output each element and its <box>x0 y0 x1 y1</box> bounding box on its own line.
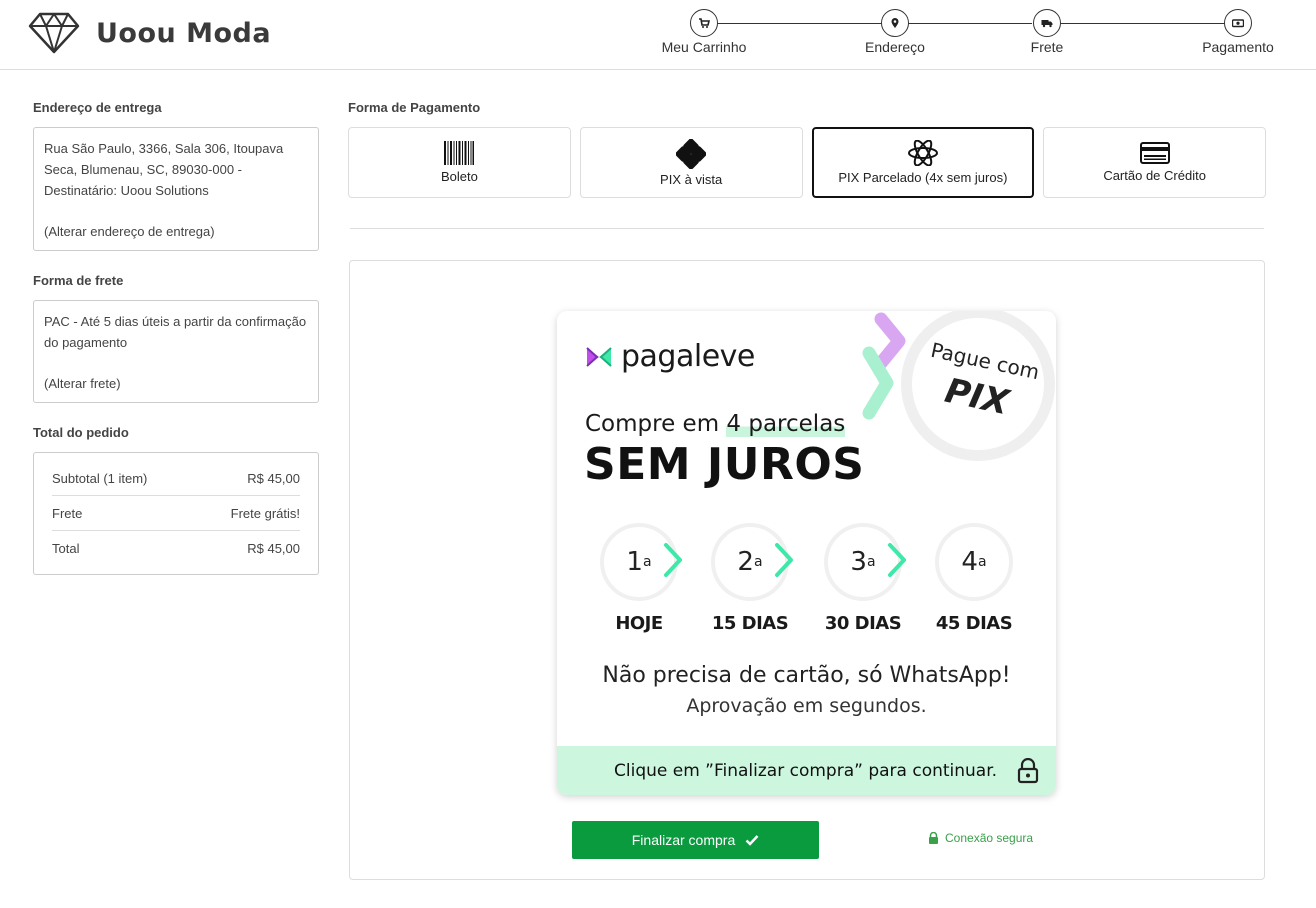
address-box: Rua São Paulo, 3366, Sala 306, Itoupava … <box>33 127 319 251</box>
totals-row-subtotal: Subtotal (1 item) R$ 45,00 <box>52 461 300 496</box>
row-label: Total <box>52 541 80 556</box>
option-label: Boleto <box>440 169 478 184</box>
checkmark-icon <box>745 835 759 846</box>
pix-icon <box>676 138 707 169</box>
payment-options: Boleto PIX à vista PIX Parcelado (4x sem… <box>348 127 1266 198</box>
option-label: PIX à vista <box>660 171 723 187</box>
chevron-right-icon <box>664 543 682 577</box>
sem-juros-headline: SEM JUROS <box>584 439 865 490</box>
step-label: Meu Carrinho <box>661 39 747 55</box>
address-title: Endereço de entrega <box>33 100 162 115</box>
chevron-right-icon <box>775 543 793 577</box>
installment-label: 15 DIAS <box>711 613 789 634</box>
installment-ordinal: a <box>866 554 876 570</box>
payment-option-pix-parcelado[interactable]: PIX Parcelado (4x sem juros) <box>811 127 1035 198</box>
map-pin-icon <box>891 18 899 28</box>
banner-footer: Clique em ”Finalizar compra” para contin… <box>557 746 1056 795</box>
totals-row-total: Total R$ 45,00 <box>52 531 300 566</box>
change-shipping-link[interactable]: (Alterar frete) <box>44 373 308 394</box>
step-label: Frete <box>1030 39 1064 55</box>
secure-connection: Conexão segura <box>928 831 1033 845</box>
row-label: Frete <box>52 505 83 521</box>
payment-title: Forma de Pagamento <box>348 100 481 115</box>
pagaleve-logo-text: pagaleve <box>621 339 755 374</box>
finalizar-compra-button[interactable]: Finalizar compra <box>572 821 819 859</box>
installment-4: 4a 45 DIAS <box>929 523 1019 634</box>
lock-icon <box>929 832 938 844</box>
shipping-box: PAC - Até 5 dias úteis a partir da confi… <box>33 300 319 403</box>
option-label: PIX Parcelado (4x sem juros) <box>838 170 1008 185</box>
row-value: R$ 45,00 <box>247 470 300 486</box>
barcode-icon <box>444 141 475 165</box>
totals-row-frete: Frete Frete grátis! <box>52 496 300 531</box>
secure-text: Conexão segura <box>945 831 1034 845</box>
step-meu-carrinho[interactable]: Meu Carrinho <box>644 9 764 55</box>
shipping-text: PAC - Até 5 dias úteis a partir da confi… <box>44 314 307 350</box>
cart-icon <box>699 18 710 28</box>
totals-box: Subtotal (1 item) R$ 45,00 Frete Frete g… <box>33 452 319 575</box>
header: Uoou Moda Meu Carrinho Endereço Frete Pa… <box>0 0 1316 70</box>
pagaleve-icon <box>907 140 938 166</box>
checkout-steps: Meu Carrinho Endereço Frete Pagamento <box>0 0 1316 70</box>
banner-footer-text: Clique em ”Finalizar compra” para contin… <box>614 760 998 781</box>
installment-number: 3 <box>850 547 867 577</box>
payment-option-pix[interactable]: PIX à vista <box>579 127 803 198</box>
credit-card-icon <box>1139 142 1170 164</box>
change-address-link[interactable]: (Alterar endereço de entrega) <box>44 221 308 242</box>
order-summary: Endereço de entrega Rua São Paulo, 3366,… <box>33 100 319 575</box>
no-card-needed-text: Não precisa de cartão, só WhatsApp! <box>602 663 1011 688</box>
step-label: Pagamento <box>1202 39 1274 55</box>
payment-option-credit-card[interactable]: Cartão de Crédito <box>1043 127 1266 198</box>
truck-icon <box>1041 20 1053 28</box>
pagaleve-logo-icon <box>586 346 612 367</box>
compre-prefix: Compre em <box>585 411 720 437</box>
installment-circle: 4a <box>935 523 1013 601</box>
installment-label: HOJE <box>615 613 663 634</box>
money-icon <box>1232 19 1244 28</box>
row-value: R$ 45,00 <box>247 541 300 556</box>
option-label: Cartão de Crédito <box>1103 168 1206 183</box>
payment-section: Forma de Pagamento Boleto PIX à vista PI… <box>348 100 1266 257</box>
shipping-title: Forma de frete <box>33 273 124 288</box>
approval-text: Aprovação em segundos. <box>686 695 927 717</box>
step-pagamento[interactable]: Pagamento <box>1178 9 1298 55</box>
address-text: Rua São Paulo, 3366, Sala 306, Itoupava … <box>44 141 284 198</box>
pagaleve-banner: Pague com PIX pagaleve Compre em 4 parce… <box>557 311 1056 795</box>
step-frete[interactable]: Frete <box>987 9 1107 55</box>
lock-icon <box>1017 758 1039 784</box>
step-endereco[interactable]: Endereço <box>835 9 955 55</box>
chevrons-decoration-icon <box>862 312 906 420</box>
installment-label: 30 DIAS <box>824 613 902 634</box>
step-label: Endereço <box>865 39 925 55</box>
installment-1: 1a HOJE <box>594 523 684 634</box>
installment-number: 1 <box>626 547 643 577</box>
installment-ordinal: a <box>642 554 652 570</box>
installment-2: 2a 15 DIAS <box>705 523 795 634</box>
divider <box>350 228 1264 229</box>
pagaleve-logo: pagaleve <box>583 339 755 374</box>
installment-ordinal: a <box>753 554 763 570</box>
finalizar-label: Finalizar compra <box>631 832 736 848</box>
row-value: Frete grátis! <box>230 505 300 521</box>
installment-ordinal: a <box>977 554 987 570</box>
installment-number: 4 <box>961 547 978 577</box>
installment-3: 3a 30 DIAS <box>818 523 908 634</box>
installment-label: 45 DIAS <box>935 613 1013 634</box>
chevron-right-icon <box>888 543 906 577</box>
payment-option-boleto[interactable]: Boleto <box>348 127 571 198</box>
compre-headline: Compre em 4 parcelas <box>585 411 846 437</box>
row-label: Subtotal (1 item) <box>52 470 148 486</box>
total-title: Total do pedido <box>33 425 129 440</box>
compre-highlight: 4 parcelas <box>726 411 846 437</box>
installment-number: 2 <box>737 547 754 577</box>
